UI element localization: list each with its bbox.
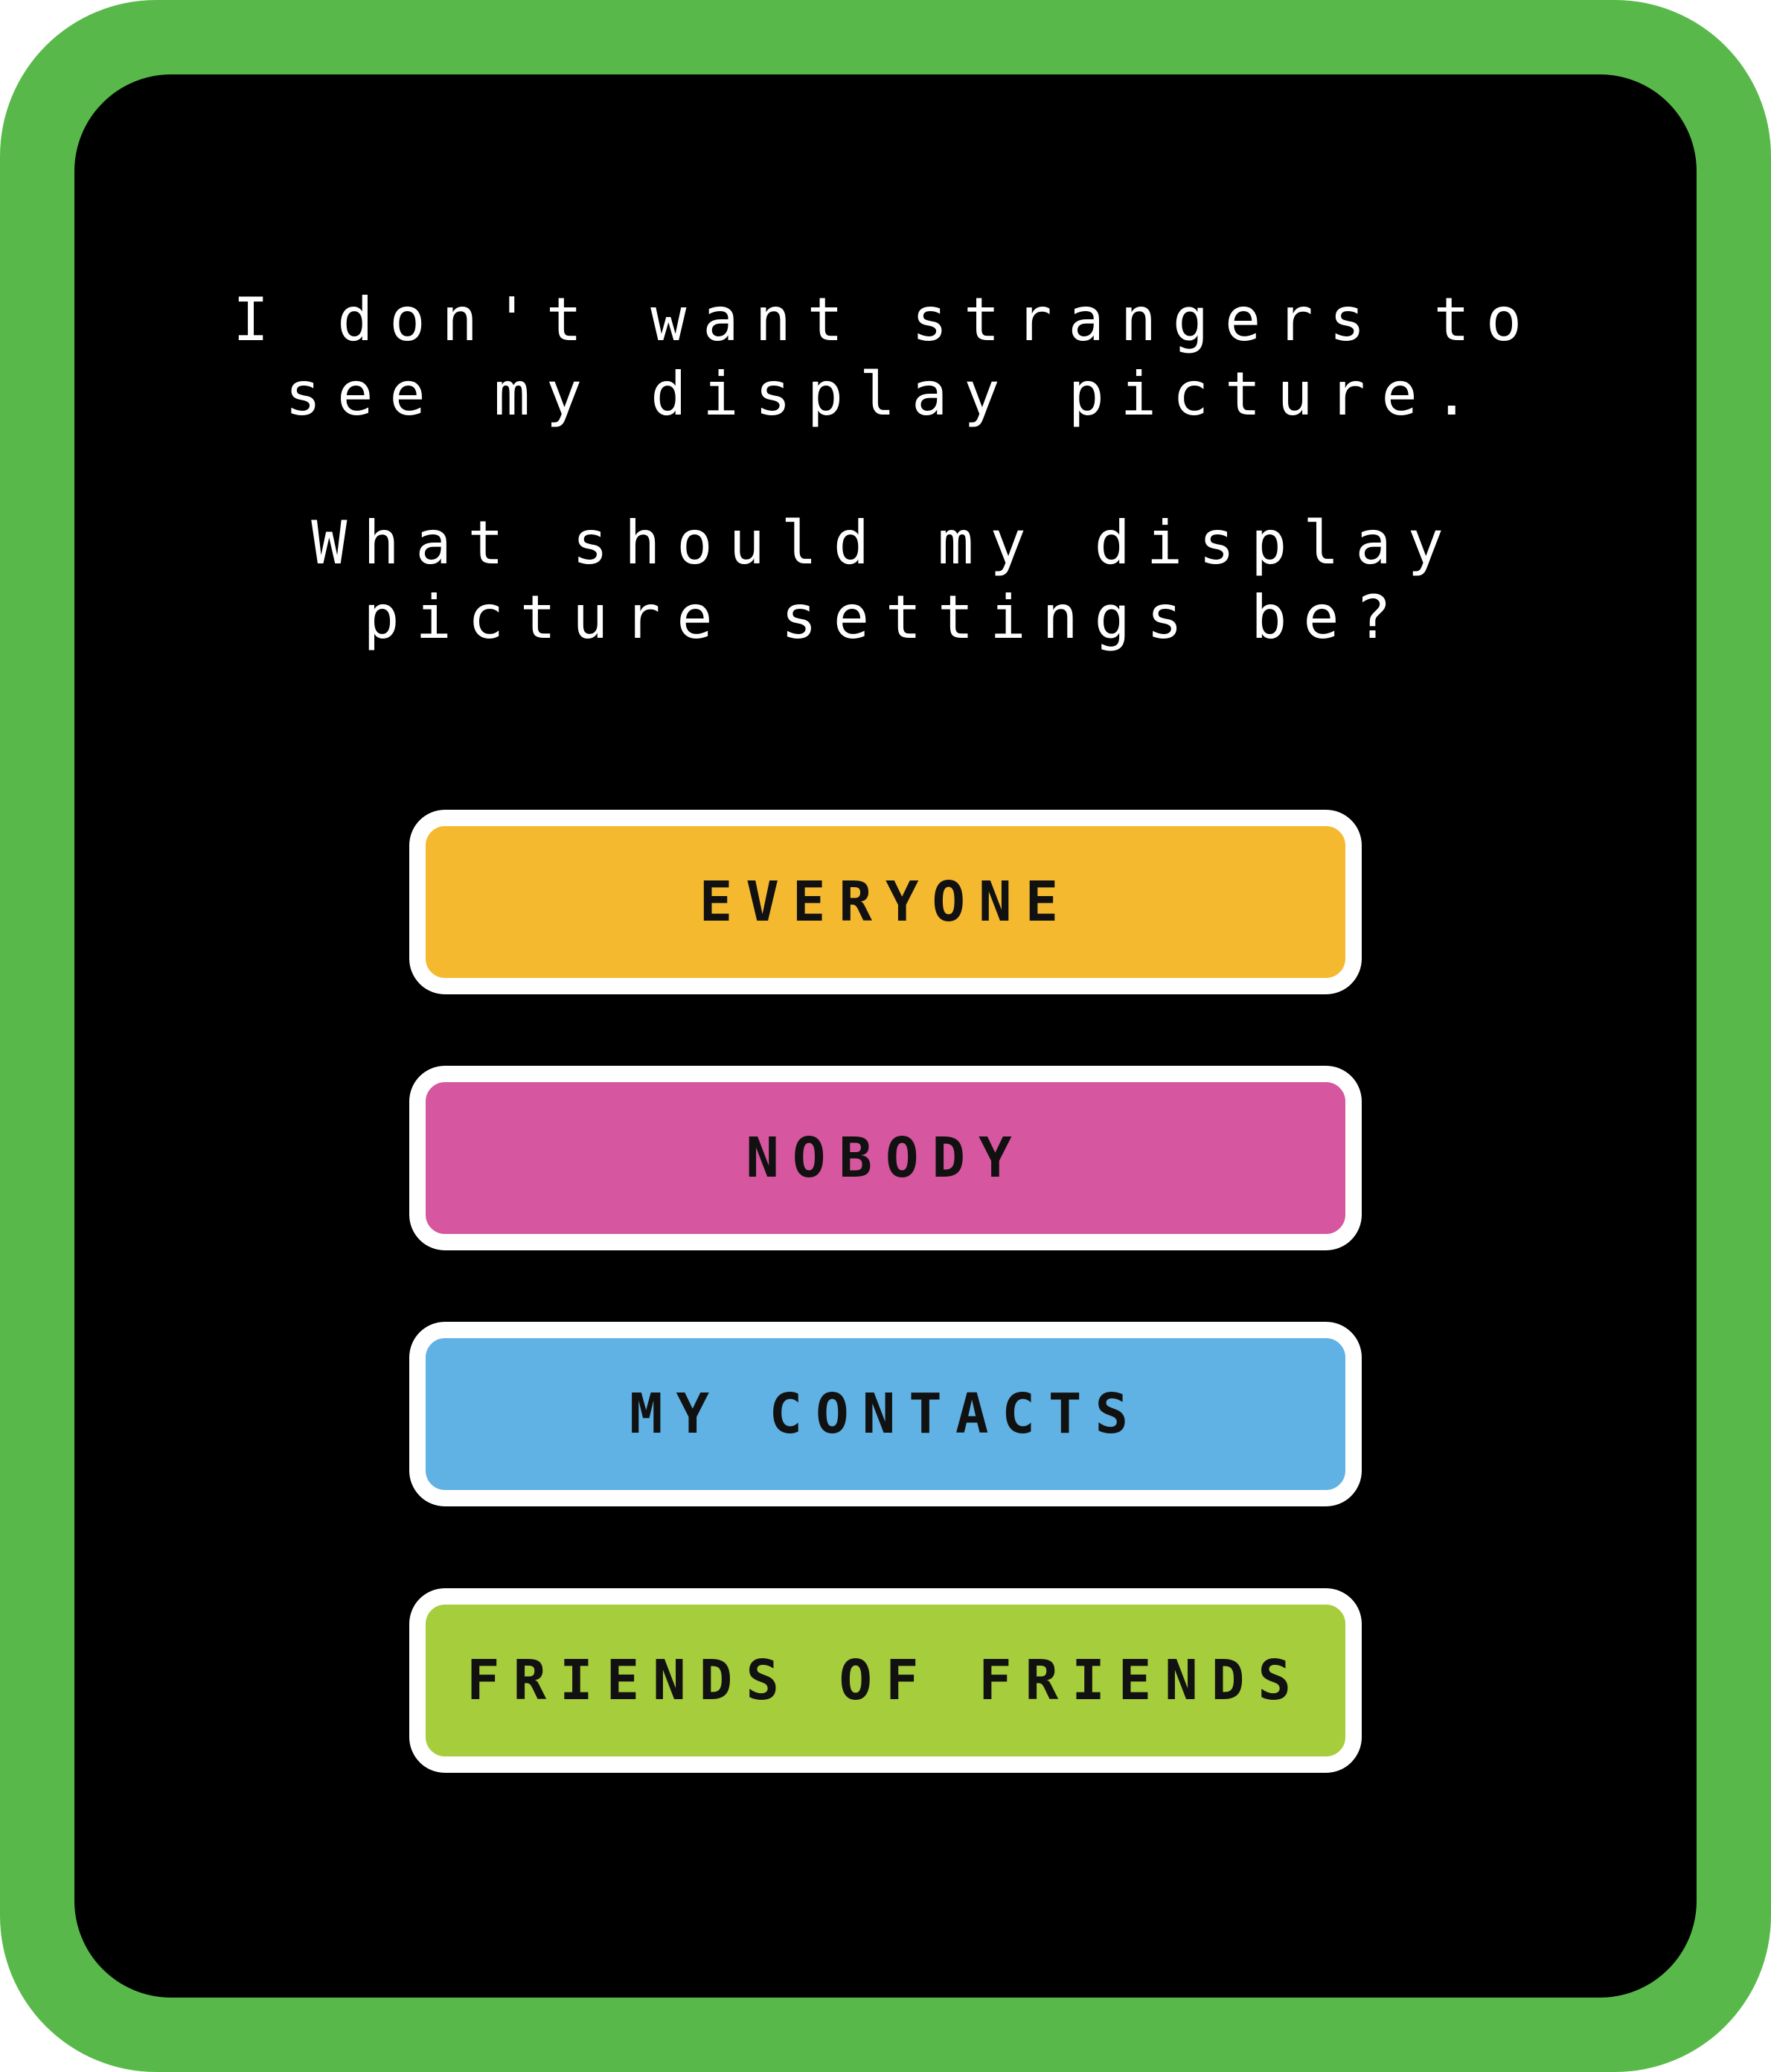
- question-prompt: What should my display picture settings …: [311, 508, 1460, 652]
- option-nobody-button[interactable]: NOBODY: [409, 1066, 1362, 1250]
- question-statement: I don't want strangers to see my display…: [232, 285, 1539, 429]
- option-everyone-button[interactable]: EVERYONE: [409, 810, 1362, 994]
- option-friends-of-friends-button[interactable]: FRIENDS OF FRIENDS: [409, 1588, 1362, 1773]
- option-my-contacts-button[interactable]: MY CONTACTS: [409, 1322, 1362, 1506]
- question-text: I don't want strangers to see my display…: [0, 283, 1771, 655]
